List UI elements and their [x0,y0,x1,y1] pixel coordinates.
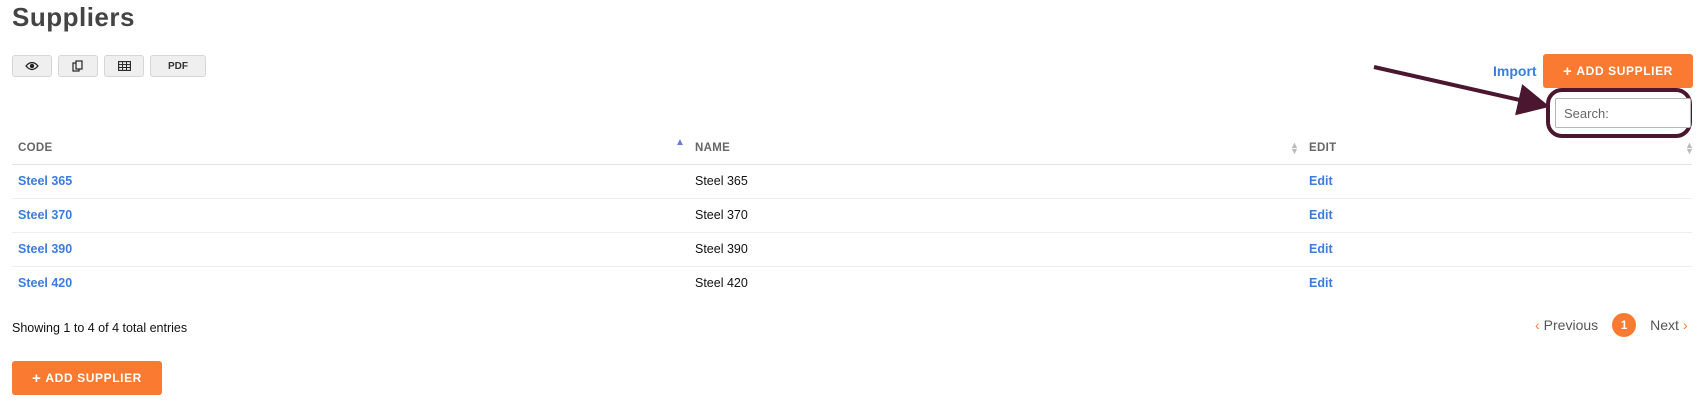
suppliers-table: CODE ▲ NAME ▲ ▼ EDIT ▲ ▼ Steel 365 Steel 3… [12,132,1694,300]
table-header-row: CODE ▲ NAME ▲ ▼ EDIT ▲ ▼ [12,132,1694,165]
sort-icon[interactable]: ▲ ▼ [1685,141,1694,156]
plus-icon: + [1563,62,1573,80]
entries-info: Showing 1 to 4 of 4 total entries [12,321,188,335]
copy-icon [72,60,83,72]
column-header-code[interactable]: CODE [18,142,52,154]
supplier-name: Steel 420 [695,276,748,290]
sort-icon[interactable]: ▲ ▼ [1290,141,1299,156]
next-label: Next [1650,317,1679,333]
edit-link[interactable]: Edit [1309,242,1333,256]
sort-asc-icon[interactable]: ▲ [675,138,685,148]
edit-link[interactable]: Edit [1309,208,1333,222]
annotation-arrow-icon [1373,65,1550,116]
view-button[interactable] [12,55,52,77]
table-row: Steel 420 Steel 420 Edit [12,267,1692,300]
column-header-name[interactable]: NAME [695,142,730,154]
edit-link[interactable]: Edit [1309,174,1333,188]
search-input[interactable] [1555,98,1691,128]
supplier-name: Steel 370 [695,208,748,222]
copy-button[interactable] [58,55,98,77]
table-row: Steel 390 Steel 390 Edit [12,233,1692,267]
previous-label: Previous [1543,317,1599,333]
chevron-left-icon: ‹ [1535,317,1540,333]
supplier-code-link[interactable]: Steel 365 [18,174,72,188]
add-supplier-label: ADD SUPPLIER [1576,64,1673,78]
supplier-code-link[interactable]: Steel 370 [18,208,72,222]
table-icon [117,61,131,71]
previous-page-link[interactable]: ‹ Previous [1535,317,1598,333]
pagination: ‹ Previous 1 Next › [1535,313,1688,337]
table-row: Steel 370 Steel 370 Edit [12,199,1692,233]
eye-icon [25,61,39,71]
export-toolbar: PDF [12,55,206,77]
supplier-code-link[interactable]: Steel 390 [18,242,72,256]
supplier-name: Steel 390 [695,242,748,256]
page-title: Suppliers [12,2,135,32]
add-supplier-button[interactable]: + ADD SUPPLIER [1543,54,1693,88]
edit-link[interactable]: Edit [1309,276,1333,290]
page-1-button[interactable]: 1 [1612,313,1637,337]
add-supplier-label: ADD SUPPLIER [45,371,142,385]
table-row: Steel 365 Steel 365 Edit [12,165,1692,199]
pdf-button[interactable]: PDF [150,55,206,77]
column-header-edit[interactable]: EDIT [1309,142,1336,154]
excel-button[interactable] [104,55,144,77]
supplier-name: Steel 365 [695,174,748,188]
next-page-link[interactable]: Next › [1650,317,1687,333]
add-supplier-button-bottom[interactable]: + ADD SUPPLIER [12,361,162,395]
supplier-code-link[interactable]: Steel 420 [18,276,72,290]
chevron-right-icon: › [1682,317,1688,333]
plus-icon: + [32,369,42,387]
